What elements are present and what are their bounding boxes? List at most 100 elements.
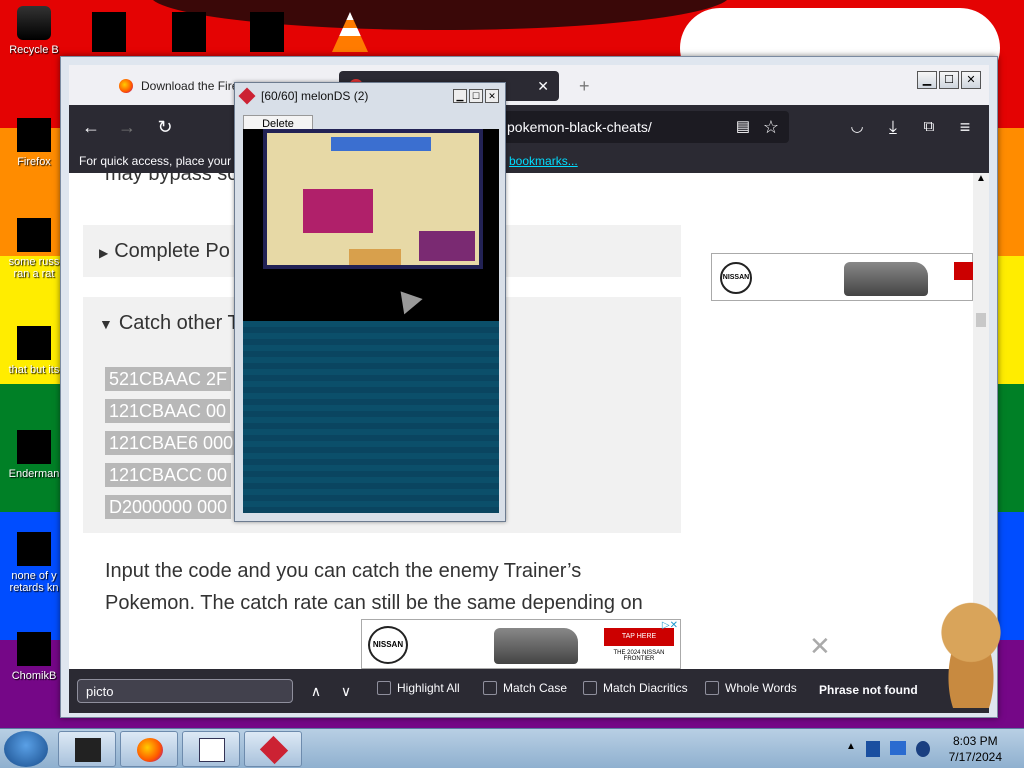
melonds-logo-icon <box>259 735 289 765</box>
close-window-button[interactable]: ✕ <box>485 89 499 103</box>
ad-banner-bottom[interactable]: NISSAN TAP HERE THE 2024 NISSAN FRONTIER… <box>361 619 681 669</box>
caret-right-icon: ▶ <box>99 246 109 260</box>
reload-button[interactable]: ↻ <box>153 115 177 139</box>
minimize-button[interactable]: ▁ <box>917 71 937 89</box>
downloads-icon[interactable]: ⤓ <box>881 115 905 139</box>
maximize-button[interactable]: ☐ <box>939 71 959 89</box>
menu-icon[interactable]: ≡ <box>953 115 977 139</box>
ad-tagline: THE 2024 NISSAN FRONTIER <box>613 650 665 662</box>
network-icon[interactable] <box>890 741 906 755</box>
desktop-icon-enderman[interactable]: Enderman <box>2 430 66 480</box>
ds-bottom-screen[interactable] <box>243 321 499 513</box>
code-line: D2000000 000 <box>105 495 232 519</box>
system-clock[interactable]: 8:03 PM 7/17/2024 <box>949 733 1002 765</box>
tray-expand-icon[interactable]: ▲ <box>846 741 856 752</box>
desktop-top-icon[interactable] <box>92 12 126 52</box>
whole-words-checkbox[interactable]: Whole Words <box>705 681 797 695</box>
tray-app-icon[interactable] <box>866 741 880 757</box>
cube-icon <box>75 738 101 762</box>
recycle-bin-icon <box>17 6 51 40</box>
tab-bar: Download the Fire ✕ + ▁ ☐ ✕ <box>69 65 989 105</box>
ds-top-screen[interactable] <box>243 129 499 321</box>
taskbar: ▲ 8:03 PM 7/17/2024 <box>0 728 1024 768</box>
ad-banner-side[interactable]: NISSAN <box>711 253 973 301</box>
file-icon <box>17 430 51 464</box>
desktop-icon-folder[interactable]: that but its <box>2 326 66 376</box>
file-icon <box>17 532 51 566</box>
desktop-icon-recycle-bin[interactable]: Recycle B <box>2 6 66 56</box>
window-controls: ▁ ☐ ✕ <box>917 71 981 89</box>
system-tray: ▲ 8:03 PM 7/17/2024 <box>844 729 1024 768</box>
game-room-scene <box>263 129 483 269</box>
checkbox-icon <box>377 681 391 695</box>
desktop-icon-chomik[interactable]: ChomikB <box>2 632 66 682</box>
pocket-icon[interactable]: ◡ <box>845 115 869 139</box>
close-ad-icon[interactable]: ✕ <box>809 631 831 662</box>
desktop-icon-file-2[interactable]: none of y retards kn <box>2 532 66 598</box>
new-tab-button[interactable]: + <box>569 71 600 101</box>
mouse-cursor-icon <box>391 283 423 315</box>
highlight-all-checkbox[interactable]: Highlight All <box>377 681 460 695</box>
bookmark-star-icon[interactable]: ☆ <box>759 115 783 139</box>
hamster-icon <box>17 632 51 666</box>
bookmarks-link[interactable]: bookmarks... <box>509 149 578 173</box>
scrollbar-thumb[interactable] <box>976 313 986 327</box>
article-text-fragment: may bypass so <box>105 173 239 185</box>
game-bed <box>419 231 475 261</box>
game-rug <box>303 189 373 233</box>
melonds-logo-icon <box>238 87 256 105</box>
hamster-mascot-image <box>936 600 1006 708</box>
find-previous-button[interactable]: ∧ <box>305 679 327 703</box>
code-line: 121CBACC 00 <box>105 463 232 487</box>
firefox-icon <box>137 738 163 762</box>
truck-image <box>494 628 578 664</box>
scroll-up-icon[interactable]: ▲ <box>973 173 989 184</box>
back-button[interactable]: ← <box>79 115 103 139</box>
caret-down-icon: ▼ <box>99 316 113 332</box>
desktop-top-icon[interactable] <box>172 12 206 52</box>
close-window-button[interactable]: ✕ <box>961 71 981 89</box>
taskbar-app-firefox[interactable] <box>120 731 178 767</box>
document-icon <box>199 738 225 762</box>
start-button[interactable] <box>4 731 48 767</box>
folder-icon <box>17 326 51 360</box>
melonds-window-controls: ▁ ☐ ✕ <box>453 89 499 103</box>
taskbar-app-melonds[interactable] <box>244 731 302 767</box>
find-next-button[interactable]: ∨ <box>335 679 357 703</box>
desktop-icon-firefox[interactable]: Firefox <box>2 118 66 168</box>
taskbar-app-notepad[interactable] <box>182 731 240 767</box>
ad-red-tag <box>954 262 973 280</box>
code-line: 121CBAE6 000 <box>105 431 238 455</box>
maximize-button[interactable]: ☐ <box>469 89 483 103</box>
page-content[interactable]: may bypass so ▶ Complete Po ▼ Catch other … <box>69 173 973 669</box>
extensions-icon[interactable]: ⧉ <box>917 115 941 139</box>
minimize-button[interactable]: ▁ <box>453 89 467 103</box>
checkbox-icon <box>483 681 497 695</box>
forward-button[interactable]: → <box>115 115 139 139</box>
find-input[interactable] <box>77 679 293 703</box>
code-line: 121CBAAC 00 <box>105 399 231 423</box>
checkbox-icon <box>583 681 597 695</box>
firefox-window[interactable]: Download the Fire ✕ + ▁ ☐ ✕ ← → ↻ pokemo… <box>60 56 998 718</box>
bookmarks-toolbar: For quick access, place your b bookmarks… <box>69 149 989 173</box>
taskbar-app-cube[interactable] <box>58 731 116 767</box>
game-table <box>349 249 401 265</box>
navigation-toolbar: ← → ↻ pokemon-black-cheats/ ▤ ☆ ◡ ⤓ ⧉ ≡ <box>69 105 989 149</box>
volume-icon[interactable] <box>916 741 930 757</box>
find-status: Phrase not found <box>819 683 918 697</box>
melonds-window[interactable]: [60/60] melonDS (2) ▁ ☐ ✕ Delete <box>234 82 506 522</box>
scrollbar[interactable]: ▲ <box>973 173 989 669</box>
nissan-logo-icon: NISSAN <box>720 262 752 294</box>
match-diacritics-checkbox[interactable]: Match Diacritics <box>583 681 688 695</box>
article-paragraph: Input the code and you can catch the ene… <box>105 560 643 614</box>
truck-image <box>844 262 928 296</box>
checkbox-icon <box>705 681 719 695</box>
reader-view-icon[interactable]: ▤ <box>731 115 755 139</box>
file-icon <box>17 218 51 252</box>
firefox-icon <box>17 118 51 152</box>
match-case-checkbox[interactable]: Match Case <box>483 681 567 695</box>
close-tab-icon[interactable]: ✕ <box>537 78 549 95</box>
desktop-icon-file[interactable]: some russ ran a rat <box>2 218 66 284</box>
adchoices-icon[interactable]: ▷✕ <box>662 620 678 631</box>
desktop-top-icon[interactable] <box>250 12 284 52</box>
